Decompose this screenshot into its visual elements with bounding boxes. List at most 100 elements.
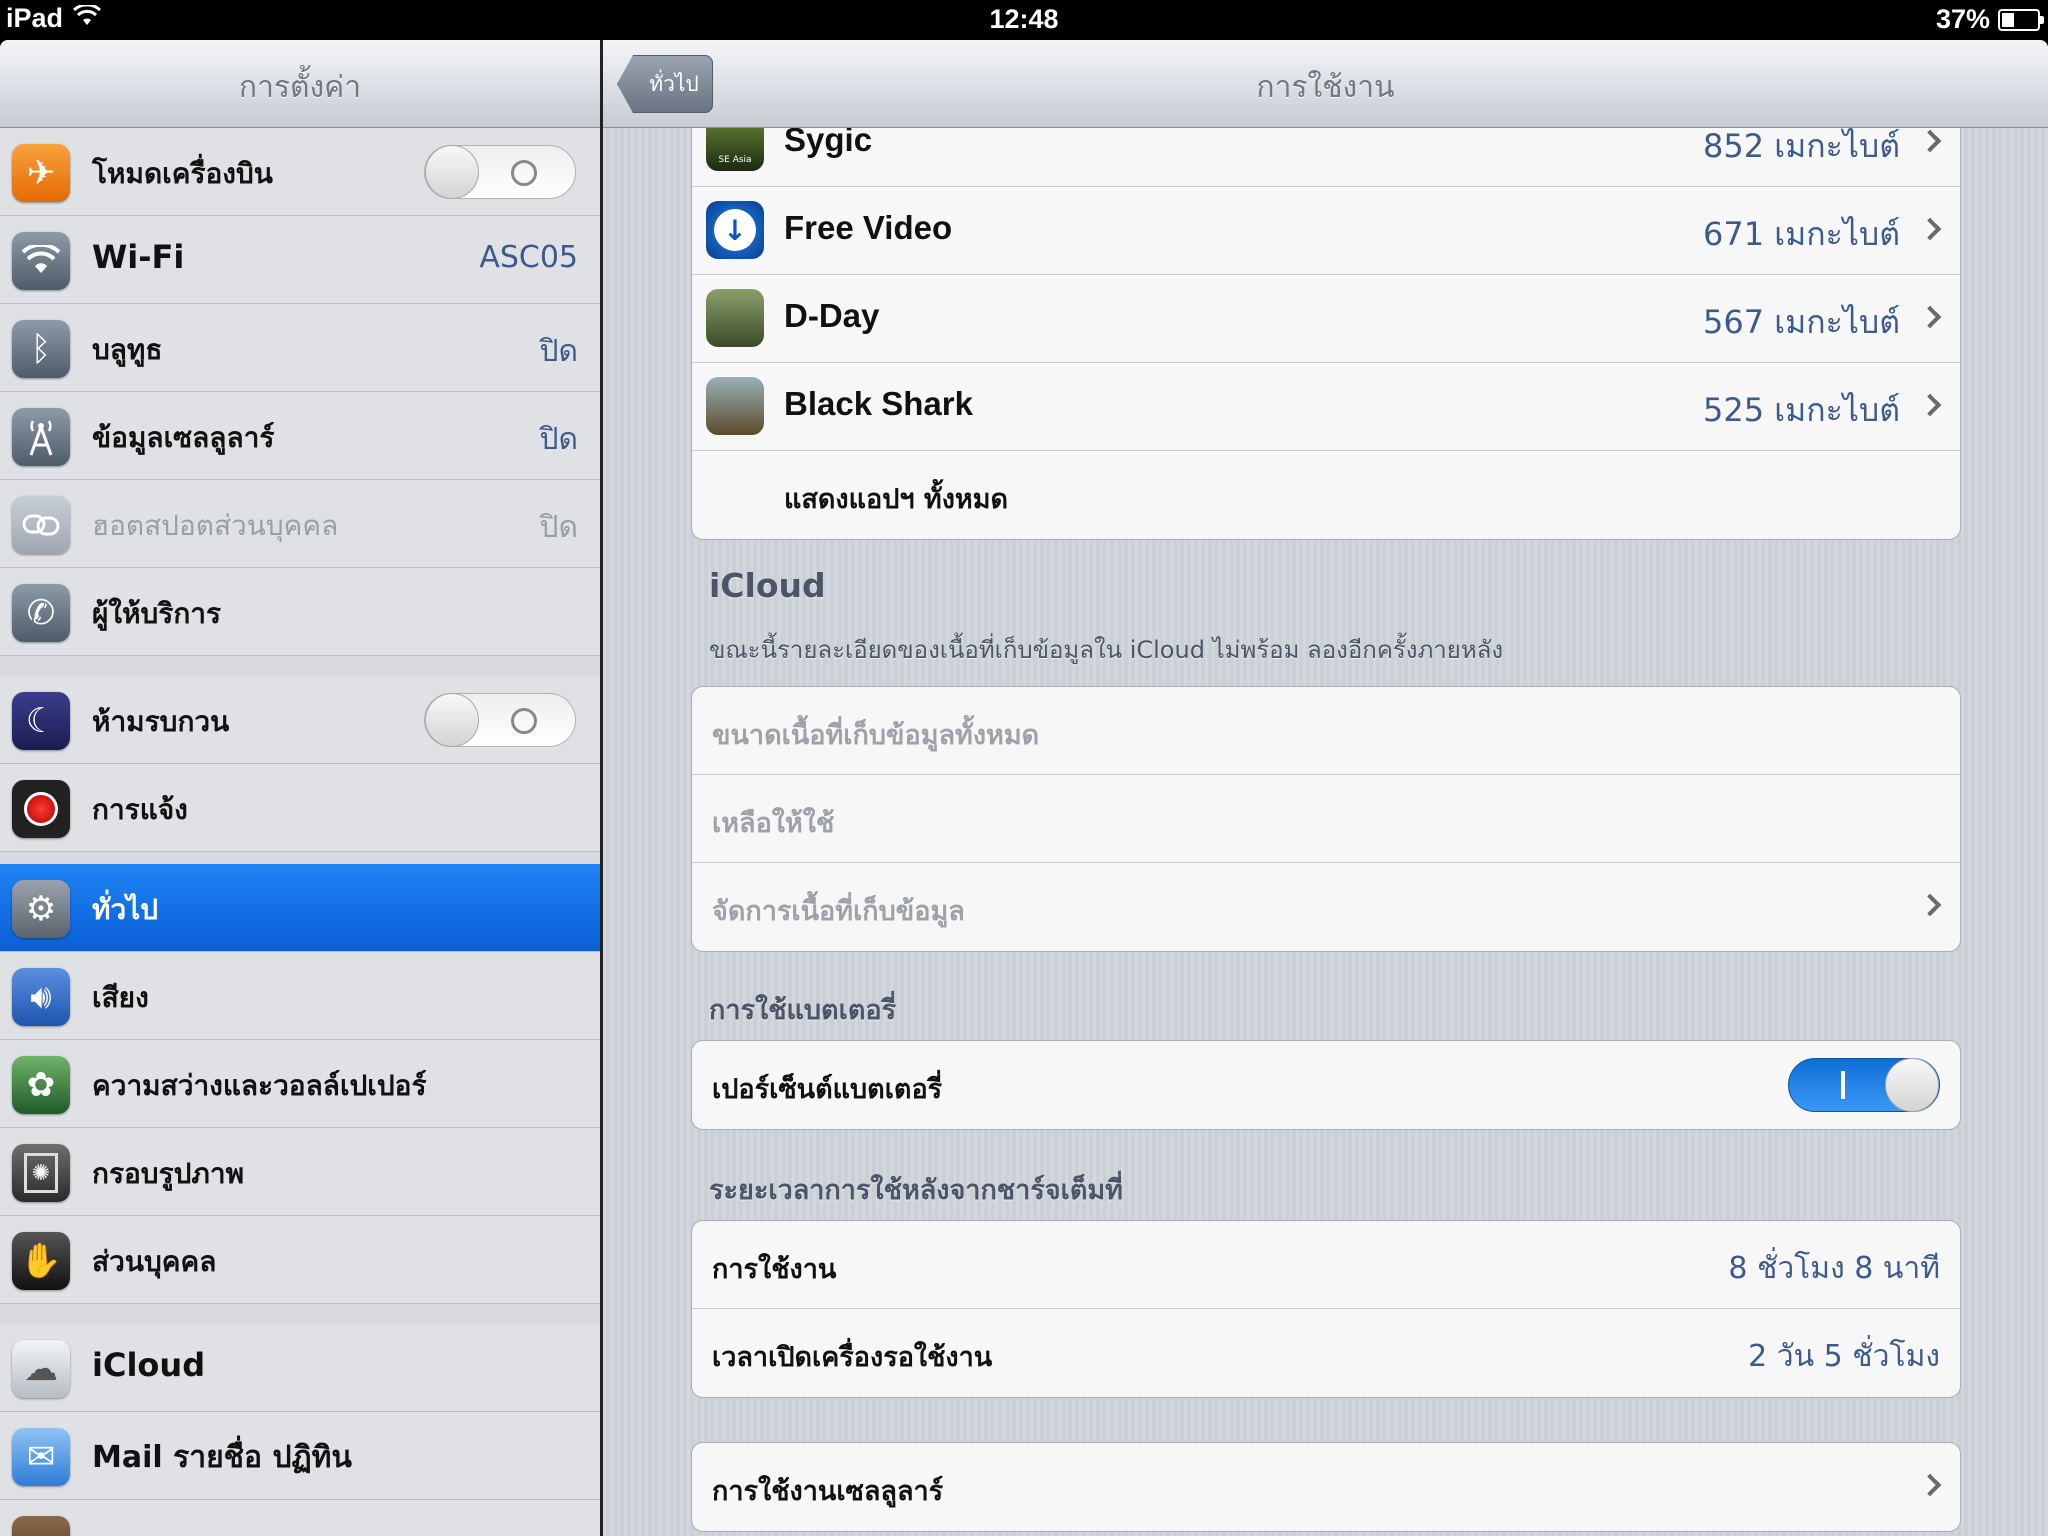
icloud-manage-storage-row[interactable]: จัดการเนื้อที่เก็บข้อมูล: [692, 863, 1960, 951]
sidebar-item-label: โหมดเครื่องบิน: [92, 157, 273, 190]
sidebar-item-bluetooth[interactable]: ᛒ บลูทูธ ปิด: [0, 304, 600, 392]
sidebar-item-carrier[interactable]: ✆ ผู้ให้บริการ: [0, 568, 600, 656]
sidebar-item-label: กรอบรูปภาพ: [92, 1157, 245, 1190]
chevron-right-icon: [1918, 217, 1942, 241]
sidebar-item-airplane-mode[interactable]: ✈ โหมดเครื่องบิน: [0, 128, 600, 216]
app-row-d-day[interactable]: D-Day 567 เมกะไบต์: [692, 275, 1960, 363]
row-label: เหลือให้ใช้: [712, 808, 835, 839]
settings-sidebar: การตั้งค่า ✈ โหมดเครื่องบิน Wi-Fi ASC05 …: [0, 40, 600, 1536]
sidebar-item-brightness-wallpaper[interactable]: ✿ ความสว่างและวอลล์เปเปอร์: [0, 1040, 600, 1128]
sidebar-item-picture-frame[interactable]: ✺ กรอบรูปภาพ: [0, 1128, 600, 1216]
chevron-right-icon: [1918, 393, 1942, 417]
app-size: 852 เมกะไบต์: [1702, 127, 1900, 165]
d-day-app-icon: [706, 289, 764, 347]
sidebar-item-label: ห้ามรบกวน: [92, 705, 230, 738]
icloud-section-note: ขณะนี้รายละเอียดของเนื้อที่เก็บข้อมูลใน …: [709, 636, 1504, 664]
speaker-icon: 🔊︎: [12, 968, 70, 1026]
picture-frame-icon: ✺: [12, 1144, 70, 1202]
sidebar-item-label: ความสว่างและวอลล์เปเปอร์: [92, 1069, 427, 1102]
sidebar-item-mail-contacts-calendars[interactable]: ✉ Mail รายชื่อ ปฏิทิน: [0, 1412, 600, 1500]
usage-time-row: การใช้งาน 8 ชั่วโมง 8 นาที: [692, 1221, 1960, 1309]
cellular-usage-row[interactable]: การใช้งานเซลลูลาร์: [692, 1443, 1960, 1531]
wifi-network-value: ASC05: [479, 240, 578, 275]
standby-time-row: เวลาเปิดเครื่องรอใช้งาน 2 วัน 5 ชั่วโมง: [692, 1309, 1960, 1397]
app-size: 567 เมกะไบต์: [1702, 303, 1900, 341]
sidebar-item-wifi[interactable]: Wi-Fi ASC05: [0, 216, 600, 304]
flower-icon: ✿: [12, 1056, 70, 1114]
gear-icon: ⚙: [12, 880, 70, 938]
free-video-app-icon: ↓: [706, 201, 764, 259]
sidebar-item-privacy[interactable]: ✋ ส่วนบุคคล: [0, 1216, 600, 1304]
show-all-apps-label: แสดงแอปฯ ทั้งหมด: [784, 484, 1009, 515]
chevron-right-icon: [1918, 305, 1942, 329]
sidebar-item-label: บลูทูธ: [92, 333, 163, 366]
sidebar-item-label: ส่วนบุคคล: [92, 1245, 217, 1278]
sidebar-item-icloud[interactable]: ☁ iCloud: [0, 1324, 600, 1412]
sidebar-item-notifications[interactable]: การแจ้ง: [0, 764, 600, 852]
app-size: 525 เมกะไบต์: [1702, 391, 1900, 429]
app-row-free-video[interactable]: ↓ Free Video 671 เมกะไบต์: [692, 187, 1960, 275]
time-since-charge-group: การใช้งาน 8 ชั่วโมง 8 นาที เวลาเปิดเครื่…: [691, 1220, 1961, 1398]
sidebar-item-cellular-data[interactable]: ข้อมูลเซลลูลาร์ ปิด: [0, 392, 600, 480]
apps-usage-group: SE Asia Sygic 852 เมกะไบต์ ↓ Free Video …: [691, 98, 1961, 540]
phone-icon: ✆: [12, 584, 70, 642]
show-all-apps-button[interactable]: แสดงแอปฯ ทั้งหมด: [692, 451, 1960, 539]
sidebar-item-label: ฮอตสปอตส่วนบุคคล: [92, 509, 339, 542]
app-size: 671 เมกะไบต์: [1702, 215, 1900, 253]
do-not-disturb-toggle[interactable]: [424, 693, 576, 747]
chevron-right-icon: [1918, 1473, 1942, 1497]
cellular-data-value: ปิด: [539, 422, 578, 457]
notifications-icon: [12, 780, 70, 838]
battery-percentage-row: เปอร์เซ็นต์แบตเตอรี่: [692, 1041, 1960, 1129]
hotspot-icon: [12, 496, 70, 554]
icloud-icon: ☁: [12, 1340, 70, 1398]
sidebar-item-label: iCloud: [92, 1346, 206, 1384]
app-row-black-shark[interactable]: Black Shark 525 เมกะไบต์: [692, 363, 1960, 451]
row-label: เวลาเปิดเครื่องรอใช้งาน: [712, 1342, 993, 1373]
black-shark-app-icon: [706, 377, 764, 435]
status-bar: iPad 12:48 37%: [0, 0, 2048, 40]
bluetooth-icon: ᛒ: [12, 320, 70, 378]
battery-percentage-toggle[interactable]: [1788, 1058, 1940, 1112]
hand-icon: ✋: [12, 1232, 70, 1290]
battery-icon: [1998, 8, 2044, 31]
sidebar-item-label: ข้อมูลเซลลูลาร์: [92, 421, 275, 454]
app-name: Black Shark: [784, 385, 973, 422]
airplane-icon: ✈: [12, 144, 70, 202]
airplane-mode-toggle[interactable]: [424, 145, 576, 199]
detail-title: การใช้งาน: [1256, 70, 1395, 105]
sidebar-item-do-not-disturb[interactable]: ☾ ห้ามรบกวน: [0, 676, 600, 764]
row-label: การใช้งาน: [712, 1254, 837, 1285]
sidebar-item-general[interactable]: ⚙ ทั่วไป: [0, 864, 600, 952]
row-label: เปอร์เซ็นต์แบตเตอรี่: [712, 1074, 943, 1105]
chevron-right-icon: [1918, 129, 1942, 153]
sidebar-item-sounds[interactable]: 🔊︎ เสียง: [0, 952, 600, 1040]
row-label: จัดการเนื้อที่เก็บข้อมูล: [712, 896, 965, 927]
wifi-icon: [12, 232, 70, 290]
app-name: Free Video: [784, 209, 953, 246]
chevron-right-icon: [1918, 893, 1942, 917]
sidebar-item-label: เสียง: [92, 981, 149, 1014]
mail-icon: ✉: [12, 1428, 70, 1486]
battery-usage-section-title: การใช้แบตเตอรี่: [709, 995, 897, 1026]
sidebar-item-label: Mail รายชื่อ ปฏิทิน: [92, 1440, 352, 1475]
time-since-charge-section-title: ระยะเวลาการใช้หลังจากชาร์จเต็มที่: [709, 1175, 1123, 1206]
sidebar-item-personal-hotspot: ฮอตสปอตส่วนบุคคล ปิด: [0, 480, 600, 568]
clock: 12:48: [989, 4, 1059, 34]
hotspot-value: ปิด: [539, 510, 578, 545]
row-label: ขนาดเนื้อที่เก็บข้อมูลทั้งหมด: [712, 720, 1040, 751]
app-name: D-Day: [784, 297, 880, 334]
detail-navbar: ทั่วไป การใช้งาน: [603, 40, 2048, 128]
sidebar-item-partial[interactable]: [0, 1500, 600, 1536]
sidebar-navbar: การตั้งค่า: [0, 40, 600, 128]
icloud-section-title: iCloud: [709, 566, 826, 605]
battery-percent: 37%: [1935, 4, 1990, 34]
icloud-storage-group: ขนาดเนื้อที่เก็บข้อมูลทั้งหมด เหลือให้ใช…: [691, 686, 1961, 952]
row-label: การใช้งานเซลลูลาร์: [712, 1476, 944, 1507]
cellular-usage-group: การใช้งานเซลลูลาร์: [691, 1442, 1961, 1532]
moon-icon: ☾: [12, 692, 70, 750]
sidebar-item-label: การแจ้ง: [92, 793, 188, 826]
sidebar-title: การตั้งค่า: [238, 70, 362, 105]
sidebar-item-label: ทั่วไป: [92, 893, 159, 926]
notes-icon: [12, 1516, 70, 1536]
